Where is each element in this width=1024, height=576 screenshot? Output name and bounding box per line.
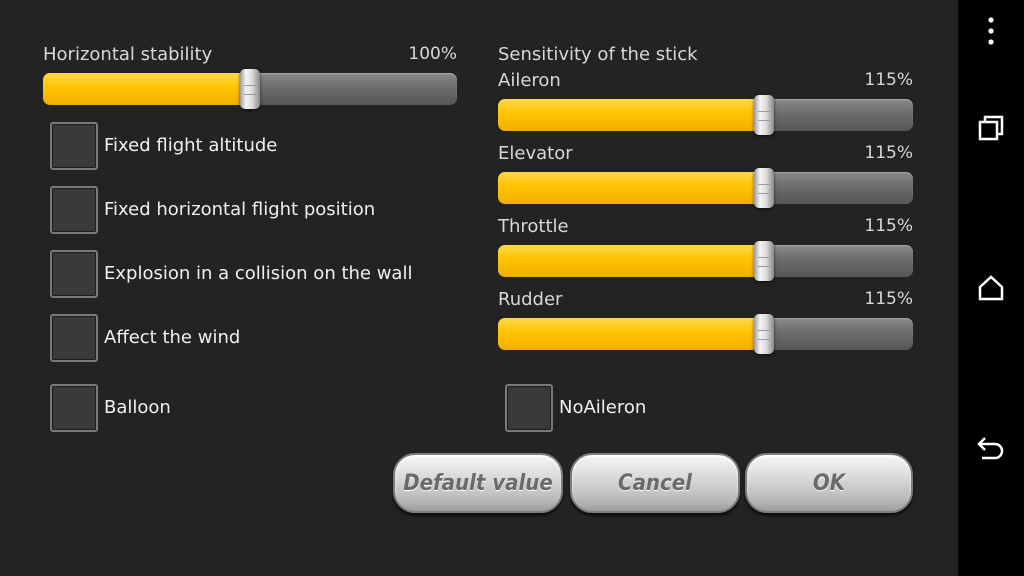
balloon-checkbox[interactable] [50,384,98,432]
slider-fill [498,245,764,277]
horizontal-stability-slider[interactable] [43,69,457,109]
throttle-label: Throttle [498,216,569,237]
slider-fill [43,73,250,105]
aileron-label: Aileron [498,70,561,91]
throttle-value: 115% [864,216,913,236]
more-vert-icon[interactable] [958,16,1024,46]
explosion-collision-checkbox[interactable] [50,250,98,298]
fixed-altitude-checkbox[interactable] [50,122,98,170]
back-icon[interactable] [958,432,1024,464]
elevator-label: Elevator [498,143,573,164]
horizontal-stability-value: 100% [408,44,457,64]
slider-fill [498,318,764,350]
slider-track [498,245,913,277]
slider-thumb[interactable] [754,168,774,208]
rudder-slider[interactable] [498,314,913,354]
fixed-altitude-label: Fixed flight altitude [104,135,278,156]
noaileron-checkbox[interactable] [505,384,553,432]
fixed-horizontal-position-checkbox[interactable] [50,186,98,234]
fixed-horizontal-position-label: Fixed horizontal flight position [104,199,376,220]
cancel-button[interactable]: Cancel [570,453,740,513]
aileron-slider[interactable] [498,95,913,135]
navigation-bar [958,0,1024,576]
elevator-slider[interactable] [498,168,913,208]
slider-track [498,172,913,204]
slider-thumb[interactable] [240,69,260,109]
ok-button[interactable]: OK [745,453,913,513]
stick-sensitivity-heading: Sensitivity of the stick [498,44,698,65]
balloon-label: Balloon [104,397,171,418]
slider-fill [498,172,764,204]
affect-wind-label: Affect the wind [104,327,241,348]
slider-thumb[interactable] [754,241,774,281]
slider-track [498,99,913,131]
explosion-collision-label: Explosion in a collision on the wall [104,263,413,284]
rudder-label: Rudder [498,289,563,310]
affect-wind-checkbox[interactable] [50,314,98,362]
rudder-value: 115% [864,289,913,309]
slider-thumb[interactable] [754,314,774,354]
aileron-value: 115% [864,70,913,90]
recent-apps-icon[interactable] [958,113,1024,143]
slider-track [498,318,913,350]
elevator-value: 115% [864,143,913,163]
slider-thumb[interactable] [754,95,774,135]
throttle-slider[interactable] [498,241,913,281]
noaileron-label: NoAileron [559,397,647,418]
slider-fill [498,99,764,131]
home-icon[interactable] [958,272,1024,304]
default-value-button[interactable]: Default value [393,453,563,513]
horizontal-stability-label: Horizontal stability [43,44,213,65]
